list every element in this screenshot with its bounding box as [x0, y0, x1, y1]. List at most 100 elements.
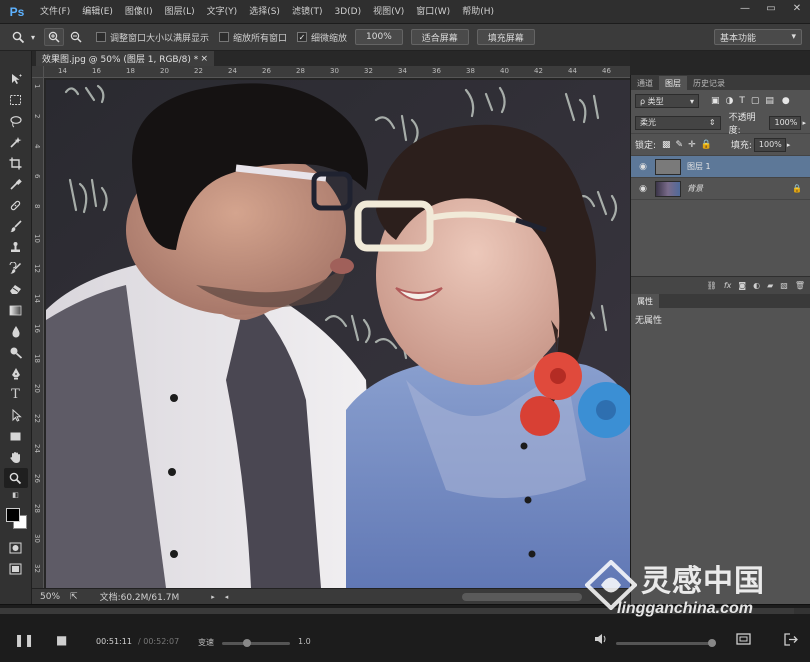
crop-tool-icon[interactable]: [4, 153, 28, 173]
maximize-button[interactable]: ▭: [758, 0, 784, 16]
eye-icon[interactable]: ◉: [635, 162, 651, 172]
lasso-tool-icon[interactable]: [4, 111, 28, 131]
quick-mask-icon[interactable]: [4, 538, 28, 558]
menu-file[interactable]: 文件(F): [34, 0, 76, 24]
scroll-left-icon[interactable]: ◂: [225, 593, 229, 601]
vertical-ruler[interactable]: 1 2 4 6 8 10 12 14 16 18 20 22 24 26 28 30 32: [32, 78, 44, 588]
stop-icon[interactable]: ■: [56, 633, 67, 647]
minimize-button[interactable]: —: [732, 0, 758, 16]
link-icon[interactable]: ⛓: [707, 281, 717, 290]
zoom-tool-icon[interactable]: [8, 28, 28, 46]
color-swatches[interactable]: [4, 506, 28, 532]
fill-input[interactable]: 100%: [753, 137, 786, 152]
clone-stamp-tool-icon[interactable]: [4, 237, 28, 257]
blur-tool-icon[interactable]: [4, 321, 28, 341]
zoom-all-windows-checkbox[interactable]: 缩放所有窗口: [219, 31, 287, 44]
history-brush-tool-icon[interactable]: [4, 258, 28, 278]
volume-icon[interactable]: [594, 633, 608, 648]
menu-layer[interactable]: 图层(L): [159, 0, 201, 24]
tab-properties[interactable]: 属性: [631, 294, 659, 308]
ruler-origin[interactable]: [32, 66, 44, 78]
move-tool-icon[interactable]: [4, 69, 28, 89]
document-canvas[interactable]: [46, 80, 630, 588]
status-menu-arrow-icon[interactable]: ▸: [211, 593, 215, 601]
menu-help[interactable]: 帮助(H): [456, 0, 500, 24]
quick-selection-tool-icon[interactable]: [4, 132, 28, 152]
adjustment-icon[interactable]: ◐: [753, 281, 760, 290]
menu-select[interactable]: 选择(S): [243, 0, 286, 24]
tab-history[interactable]: 历史记录: [687, 76, 731, 90]
share-icon[interactable]: ⇱: [70, 592, 78, 602]
new-layer-icon[interactable]: ▧: [780, 281, 788, 290]
marquee-tool-icon[interactable]: [4, 90, 28, 110]
checkbox-checked-box[interactable]: ✓: [297, 32, 308, 42]
zoom-level[interactable]: 50%: [40, 592, 60, 602]
fx-icon[interactable]: fx: [724, 281, 732, 290]
path-selection-tool-icon[interactable]: [4, 405, 28, 425]
menu-filter[interactable]: 滤镜(T): [286, 0, 329, 24]
default-colors-icon[interactable]: ◧: [4, 489, 28, 501]
zoom-out-icon[interactable]: [66, 28, 86, 46]
close-button[interactable]: ✕: [784, 0, 810, 16]
workspace-select[interactable]: 基本功能 ▾: [714, 29, 802, 45]
zoom-100-button[interactable]: 100%: [355, 29, 403, 45]
gradient-tool-icon[interactable]: [4, 300, 28, 320]
fill-dropdown-icon[interactable]: ▸: [787, 141, 791, 149]
hand-tool-icon[interactable]: [4, 447, 28, 467]
pause-icon[interactable]: ❚❚: [14, 633, 34, 647]
menu-3d[interactable]: 3D(D): [328, 0, 367, 24]
folder-icon[interactable]: ▰: [767, 281, 773, 290]
volume-slider[interactable]: [616, 642, 716, 645]
horizontal-ruler[interactable]: 14 16 18 20 22 24 26 28 30 32 34 36 38 40 42 44 46: [44, 66, 630, 78]
tool-preset-dropdown-icon[interactable]: ▾: [28, 28, 38, 46]
speed-slider[interactable]: [222, 642, 290, 645]
menu-view[interactable]: 视图(V): [367, 0, 410, 24]
ruler-v-label: 22: [33, 414, 41, 423]
layer-row-background[interactable]: ◉ 背景 🔒: [631, 178, 810, 200]
fill-label: 填充:: [730, 141, 752, 151]
layer-row-layer1[interactable]: ◉ 图层 1: [631, 156, 810, 178]
zoom-tool-active-icon[interactable]: [3, 468, 28, 488]
volume-slider-knob[interactable]: [708, 639, 716, 647]
fullscreen-icon[interactable]: [736, 633, 751, 648]
opacity-dropdown-icon[interactable]: ▸: [802, 119, 806, 127]
horizontal-scrollbar-thumb[interactable]: [462, 593, 582, 601]
type-tool-icon[interactable]: T: [4, 384, 28, 404]
scrubby-zoom-checkbox[interactable]: ✓ 细微缩放: [297, 31, 347, 44]
filter-type-icons[interactable]: ▣◑T▢▤: [711, 96, 780, 106]
menu-type[interactable]: 文字(Y): [201, 0, 244, 24]
filter-toggle-icon[interactable]: ●: [782, 96, 790, 106]
mask-icon[interactable]: ◙: [738, 281, 746, 290]
checkbox-box[interactable]: [96, 32, 106, 42]
healing-brush-tool-icon[interactable]: [4, 195, 28, 215]
screen-mode-icon[interactable]: [4, 559, 28, 579]
fill-screen-button[interactable]: 填充屏幕: [476, 29, 535, 45]
blend-mode-select[interactable]: 柔光 ⇕: [635, 115, 721, 130]
eyedropper-tool-icon[interactable]: [4, 174, 28, 194]
document-tab[interactable]: 效果图.jpg @ 50% (图层 1, RGB/8) * ×: [36, 51, 214, 66]
zoom-in-icon[interactable]: [44, 28, 64, 46]
window-controls: — ▭ ✕: [732, 0, 810, 16]
layer-filter-select[interactable]: ρ 类型 ▾: [635, 94, 699, 108]
close-tab-icon[interactable]: ×: [200, 54, 208, 64]
eye-icon[interactable]: ◉: [635, 184, 651, 194]
exit-icon[interactable]: [784, 633, 798, 649]
pen-tool-icon[interactable]: [4, 363, 28, 383]
trash-icon[interactable]: 🗑: [795, 281, 805, 290]
speed-slider-knob[interactable]: [243, 639, 251, 647]
checkbox-box[interactable]: [219, 32, 230, 42]
eraser-tool-icon[interactable]: [4, 279, 28, 299]
brush-tool-icon[interactable]: [4, 216, 28, 236]
menu-edit[interactable]: 编辑(E): [76, 0, 119, 24]
rectangle-tool-icon[interactable]: [4, 426, 28, 446]
resize-windows-checkbox[interactable]: 调整窗口大小以满屏显示: [96, 31, 209, 44]
menu-image[interactable]: 图像(I): [119, 0, 159, 24]
lock-option-icons[interactable]: ▩✎✛🔒: [662, 140, 717, 150]
dodge-tool-icon[interactable]: [4, 342, 28, 362]
fit-screen-button[interactable]: 适合屏幕: [410, 29, 469, 45]
foreground-color-swatch[interactable]: [5, 508, 20, 522]
menu-window[interactable]: 窗口(W): [410, 0, 456, 24]
tab-layers[interactable]: 图层: [659, 76, 687, 90]
tab-channels[interactable]: 通道: [631, 76, 659, 90]
opacity-input[interactable]: 100%: [769, 115, 802, 130]
